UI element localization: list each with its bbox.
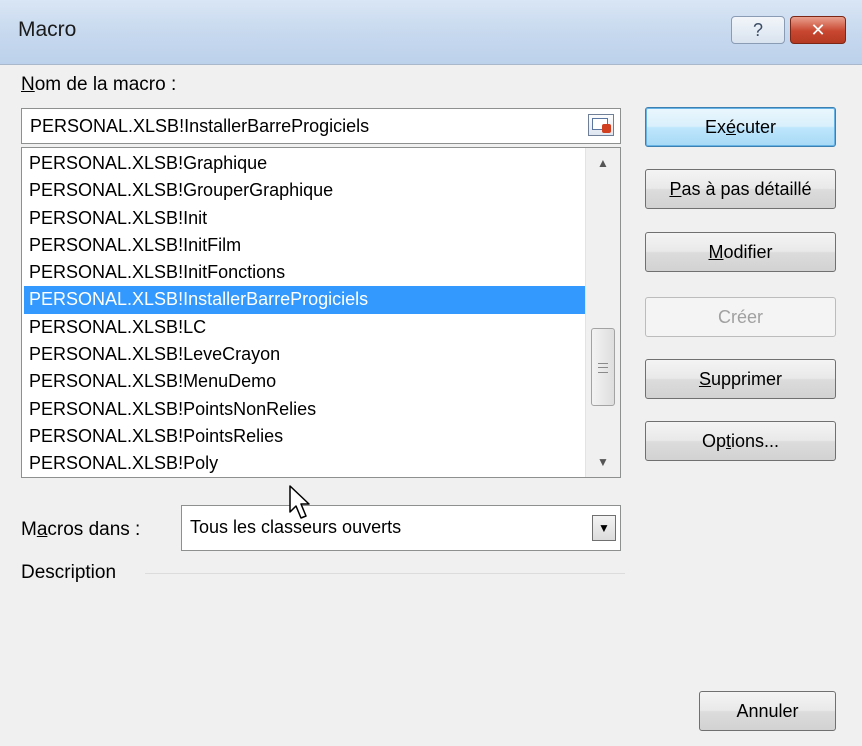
macro-list-item[interactable]: PERSONAL.XLSB!MenuDemo <box>24 368 590 395</box>
macros-in-label: Macros dans : <box>21 519 141 540</box>
dropdown-arrow-icon[interactable]: ▼ <box>592 515 616 541</box>
scroll-up-icon[interactable]: ▲ <box>586 148 620 178</box>
macro-list-item[interactable]: PERSONAL.XLSB!LeveCrayon <box>24 341 590 368</box>
vertical-scrollbar[interactable]: ▲ ▼ <box>585 148 620 477</box>
mouse-pointer-icon <box>289 485 310 519</box>
window-title: Macro <box>18 18 77 41</box>
macro-list-item[interactable]: PERSONAL.XLSB!PointsRelies <box>24 423 590 450</box>
scroll-thumb[interactable] <box>591 328 615 406</box>
macro-name-value: PERSONAL.XLSB!InstallerBarreProgiciels <box>30 116 370 136</box>
macro-listbox[interactable]: PERSONAL.XLSB!Graphique PERSONAL.XLSB!Gro… <box>21 147 621 478</box>
create-button: Créer <box>645 297 836 337</box>
macro-list-items: PERSONAL.XLSB!Graphique PERSONAL.XLSB!Gro… <box>24 150 590 477</box>
delete-button[interactable]: Supprimer <box>645 359 836 399</box>
macro-list-item[interactable]: PERSONAL.XLSB!LC <box>24 314 590 341</box>
execute-button[interactable]: Ex é cuter <box>645 107 836 147</box>
cancel-button[interactable]: Annuler <box>699 691 836 731</box>
macro-list-item[interactable]: PERSONAL.XLSB!InstallerBarreProgiciels <box>24 286 590 314</box>
scroll-down-icon[interactable]: ▼ <box>586 447 620 477</box>
description-divider <box>145 573 625 574</box>
macro-name-input[interactable]: PERSONAL.XLSB!InstallerBarreProgiciels <box>21 108 621 144</box>
close-icon: ✕ <box>810 19 826 40</box>
macro-list-item[interactable]: PERSONAL.XLSB!InitFilm <box>24 232 590 259</box>
help-button[interactable]: ? <box>731 16 785 44</box>
close-button[interactable]: ✕ <box>790 16 846 44</box>
help-icon: ? <box>752 19 763 40</box>
macro-list-item[interactable]: PERSONAL.XLSB!Poly <box>24 450 590 477</box>
description-label: Description <box>21 562 117 583</box>
step-into-button[interactable]: Pas à pas détaillé <box>645 169 836 209</box>
grip-icon <box>598 363 608 373</box>
options-button[interactable]: Op t ions... <box>645 421 836 461</box>
macro-list-item[interactable]: PERSONAL.XLSB!PointsNonRelies <box>24 396 590 423</box>
macros-in-dropdown[interactable]: Tous les classeurs ouverts ▼ <box>181 505 621 551</box>
range-select-icon[interactable] <box>588 114 614 136</box>
title-bar: Macro ? ✕ <box>0 0 862 65</box>
macro-list-item[interactable]: PERSONAL.XLSB!Graphique <box>24 150 590 177</box>
macro-list-item[interactable]: PERSONAL.XLSB!Init <box>24 205 590 232</box>
macro-name-label: Nom de la macro : <box>21 74 177 95</box>
macro-list-item[interactable]: PERSONAL.XLSB!InitFonctions <box>24 259 590 286</box>
macro-list-item[interactable]: PERSONAL.XLSB!GrouperGraphique <box>24 177 590 204</box>
edit-button[interactable]: Modifier <box>645 232 836 272</box>
